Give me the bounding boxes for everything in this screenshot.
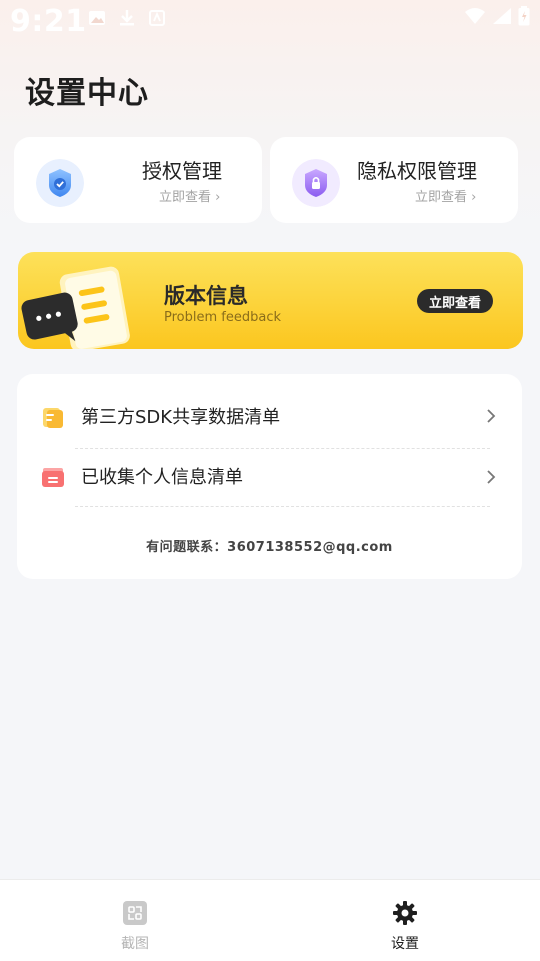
folder-icon — [42, 468, 64, 487]
chevron-right-icon — [487, 409, 496, 423]
tab-settings-label: 设置 — [391, 936, 419, 952]
tab-screenshot-label: 截图 — [121, 936, 149, 952]
wifi-icon — [465, 8, 485, 24]
bottom-navigation: 截图 设置 — [0, 879, 540, 961]
authorization-title: 授权管理 — [142, 159, 222, 183]
privacy-permission-title: 隐私权限管理 — [357, 159, 477, 183]
shield-check-icon — [36, 159, 84, 207]
signal-icon — [493, 8, 511, 24]
download-icon — [120, 10, 134, 26]
screenshot-icon — [123, 901, 147, 925]
status-time: 9:21 — [10, 4, 87, 39]
image-icon — [89, 11, 105, 25]
authorization-view-link[interactable]: 立即查看 › — [159, 186, 220, 205]
banner-view-button[interactable]: 立即查看 — [417, 289, 493, 313]
document-icon — [43, 408, 63, 428]
list-item-label: 第三方SDK共享数据清单 — [81, 407, 281, 428]
version-info-banner[interactable]: 版本信息 Problem feedback 立即查看 — [18, 252, 523, 349]
app-notification-icon — [149, 10, 165, 26]
info-list-card: 第三方SDK共享数据清单 已收集个人信息清单 有问题联系：3607138552@… — [17, 374, 522, 579]
privacy-view-link[interactable]: 立即查看 › — [415, 186, 476, 205]
status-system-icons — [464, 6, 530, 26]
list-item-label: 已收集个人信息清单 — [81, 467, 243, 488]
list-item-sdk-data[interactable]: 第三方SDK共享数据清单 — [17, 387, 522, 445]
page-title: 设置中心 — [25, 76, 149, 111]
chevron-right-icon — [487, 470, 496, 484]
authorization-card[interactable]: 授权管理 立即查看 › — [14, 137, 262, 223]
divider — [75, 506, 490, 507]
shield-lock-icon — [292, 159, 340, 207]
gear-icon — [393, 901, 417, 925]
status-bar: 9:21 — [0, 0, 540, 44]
feedback-chat-icon — [21, 266, 130, 349]
banner-title: 版本信息 — [164, 284, 248, 308]
battery-icon — [518, 6, 530, 26]
tab-settings[interactable]: 设置 — [270, 880, 540, 961]
banner-subtitle: Problem feedback — [164, 310, 281, 325]
tab-screenshot[interactable]: 截图 — [0, 880, 270, 961]
list-item-personal-info[interactable]: 已收集个人信息清单 — [17, 448, 522, 506]
status-notifications — [88, 9, 166, 27]
contact-text: 有问题联系：3607138552@qq.com — [146, 540, 393, 555]
privacy-permission-card[interactable]: 隐私权限管理 立即查看 › — [270, 137, 518, 223]
